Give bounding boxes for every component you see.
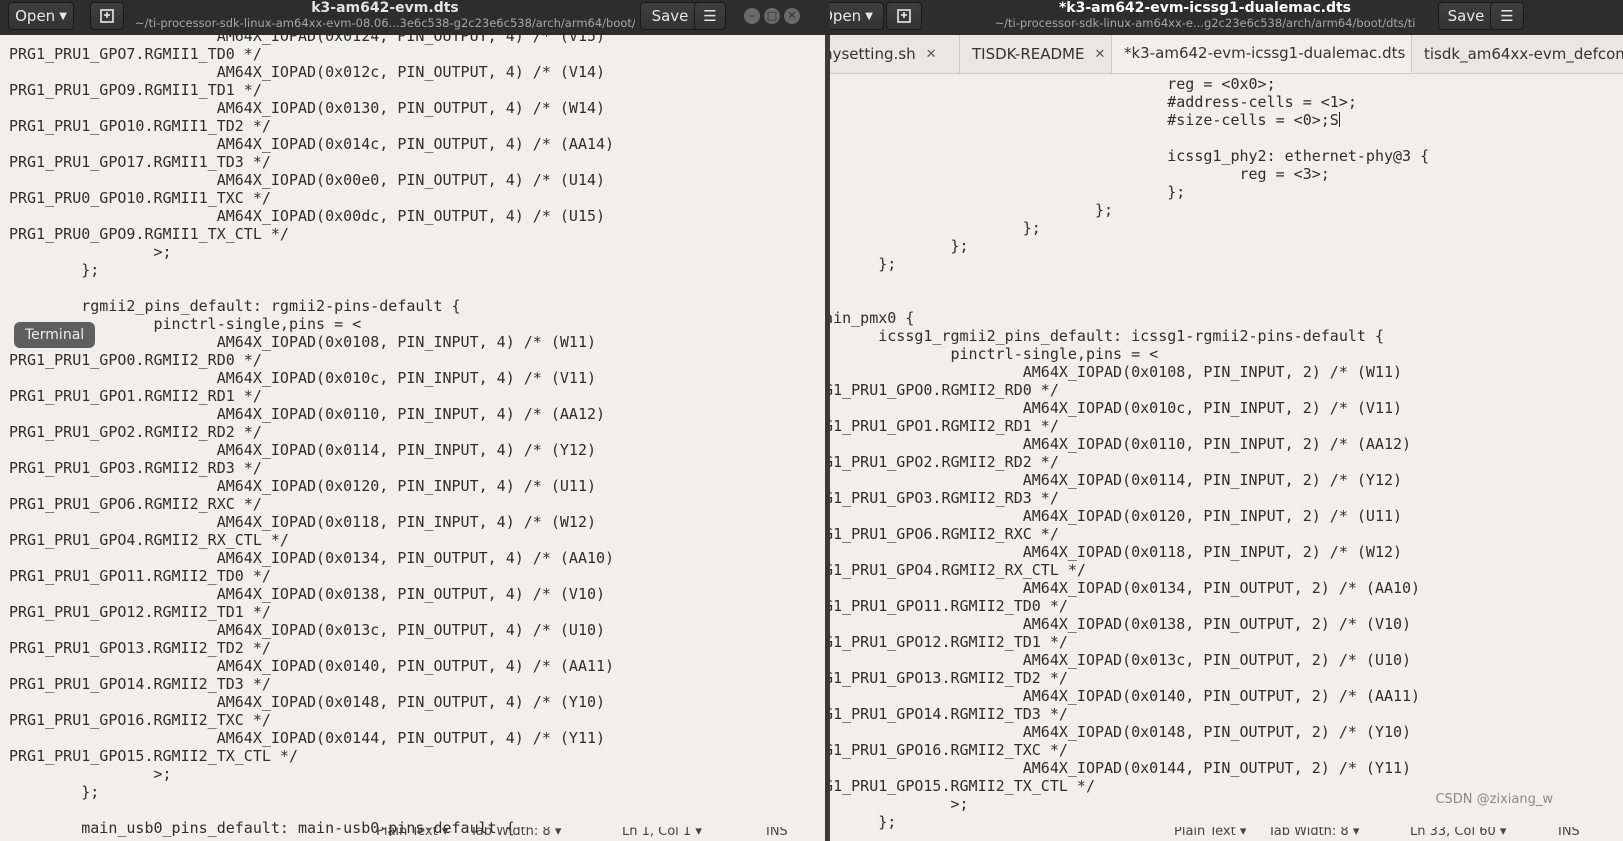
left-position-label: Ln 1, Col 1 xyxy=(622,827,692,839)
close-icon[interactable]: ✕ xyxy=(784,8,800,24)
left-tabwidth-label: Tab Width: 8 xyxy=(470,827,551,839)
left-cursor-position[interactable]: Ln 1, Col 1 ▾ xyxy=(622,827,702,839)
tab-label: mysetting.sh xyxy=(830,45,916,63)
right-window-title: *k3-am642-evm-icssg1-dualemac.dts xyxy=(1058,0,1352,16)
new-document-icon xyxy=(897,9,911,23)
tab-icssg1-dualemac[interactable]: *k3-am642-evm-icssg1-dualemac.dts✕ xyxy=(1112,35,1412,73)
right-tabwidth-selector[interactable]: Tab Width: 8 ▾ xyxy=(1268,827,1359,839)
right-headerbar: Open ▼ *k3-am642-evm-icssg1-dualemac.dts… xyxy=(830,0,1623,35)
tab-label: tisdk_am64xx-evm_defconfig xyxy=(1424,45,1623,63)
terminal-tooltip: Terminal xyxy=(14,322,96,348)
right-save-button[interactable]: Save xyxy=(1438,2,1494,30)
tab-label: TISDK-README xyxy=(972,45,1085,63)
new-document-icon xyxy=(100,9,114,23)
left-headerbar: Open ▼ k3-am642-evm.dts ~/ti-processor-s… xyxy=(0,0,830,35)
right-code-text: reg = <0x0>; #address-cells = <1>; #size… xyxy=(830,75,1429,831)
right-window-subtitle: ~/ti-processor-sdk-linux-am64xx-e...g2c2… xyxy=(994,16,1416,30)
right-insert-mode: INS xyxy=(1558,827,1580,839)
tab-mysetting[interactable]: mysetting.sh ✕ xyxy=(830,35,960,73)
right-editor-window: Open ▼ *k3-am642-evm-icssg1-dualemac.dts… xyxy=(830,0,1623,841)
right-text-view[interactable]: reg = <0x0>; #address-cells = <1>; #size… xyxy=(830,74,1623,841)
right-statusbar: Plain Text ▾ Tab Width: 8 ▾ Ln 33, Col 6… xyxy=(830,827,1623,841)
minimize-icon[interactable]: – xyxy=(744,8,760,24)
tab-label: *k3-am642-evm-icssg1-dualemac.dts xyxy=(1124,44,1406,62)
watermark: CSDN @zixiang_w xyxy=(1435,792,1553,807)
left-save-button[interactable]: Save xyxy=(640,2,700,30)
left-open-button[interactable]: Open ▼ xyxy=(8,2,74,30)
right-tab-bar: mysetting.sh ✕ TISDK-README ✕ *k3-am642-ev… xyxy=(830,35,1623,74)
right-cursor-position[interactable]: Ln 33, Col 60 ▾ xyxy=(1410,827,1506,839)
close-tab-icon[interactable]: ✕ xyxy=(1094,47,1105,62)
right-position-label: Ln 33, Col 60 xyxy=(1410,827,1496,839)
right-open-label: Open xyxy=(830,7,862,25)
left-lang-label: Plain Text xyxy=(376,827,438,839)
left-menu-button[interactable]: ☰ xyxy=(694,2,726,30)
right-lang-label: Plain Text xyxy=(1174,827,1236,839)
code-after-cursor: icssg1_phy2: ethernet-phy@3 { reg = <3>;… xyxy=(830,147,1430,831)
right-tabwidth-label: Tab Width: 8 xyxy=(1268,827,1349,839)
text-cursor xyxy=(1338,112,1340,127)
chevron-down-icon: ▼ xyxy=(865,10,873,22)
right-lang-selector[interactable]: Plain Text ▾ xyxy=(1174,827,1246,839)
left-new-document-button[interactable] xyxy=(90,2,124,30)
close-tab-icon[interactable]: ✕ xyxy=(926,47,937,62)
tab-tisdk-defconfig[interactable]: tisdk_am64xx-evm_defconfig xyxy=(1412,35,1623,73)
left-statusbar: Plain Text ▾ Tab Width: 8 ▾ Ln 1, Col 1 … xyxy=(0,827,830,841)
chevron-down-icon: ▼ xyxy=(59,10,67,22)
left-tabwidth-selector[interactable]: Tab Width: 8 ▾ xyxy=(470,827,561,839)
left-window-title: k3-am642-evm.dts xyxy=(311,0,459,16)
left-editor-window: Open ▼ k3-am642-evm.dts ~/ti-processor-s… xyxy=(0,0,830,841)
tab-tisdk-readme[interactable]: TISDK-README ✕ xyxy=(960,35,1112,73)
left-window-subtitle: ~/ti-processor-sdk-linux-am64xx-evm-08.0… xyxy=(135,16,635,30)
right-menu-button[interactable]: ☰ xyxy=(1490,2,1524,30)
left-insert-mode: INS xyxy=(766,827,788,839)
left-open-label: Open xyxy=(15,7,56,25)
right-open-button[interactable]: Open ▼ xyxy=(830,2,884,30)
code-before-cursor: reg = <0x0>; #address-cells = <1>; #size… xyxy=(1167,75,1357,129)
left-text-view[interactable]: AM64X_IOPAD(0x0124, PIN_OUTPUT, 4) /* (V… xyxy=(0,35,830,841)
left-code-text: AM64X_IOPAD(0x0124, PIN_OUTPUT, 4) /* (V… xyxy=(9,35,615,837)
hamburger-menu-icon: ☰ xyxy=(1500,7,1514,25)
maximize-icon[interactable]: □ xyxy=(764,8,780,24)
right-new-document-button[interactable] xyxy=(886,2,922,30)
hamburger-menu-icon: ☰ xyxy=(703,7,717,25)
left-lang-selector[interactable]: Plain Text ▾ xyxy=(376,827,448,839)
